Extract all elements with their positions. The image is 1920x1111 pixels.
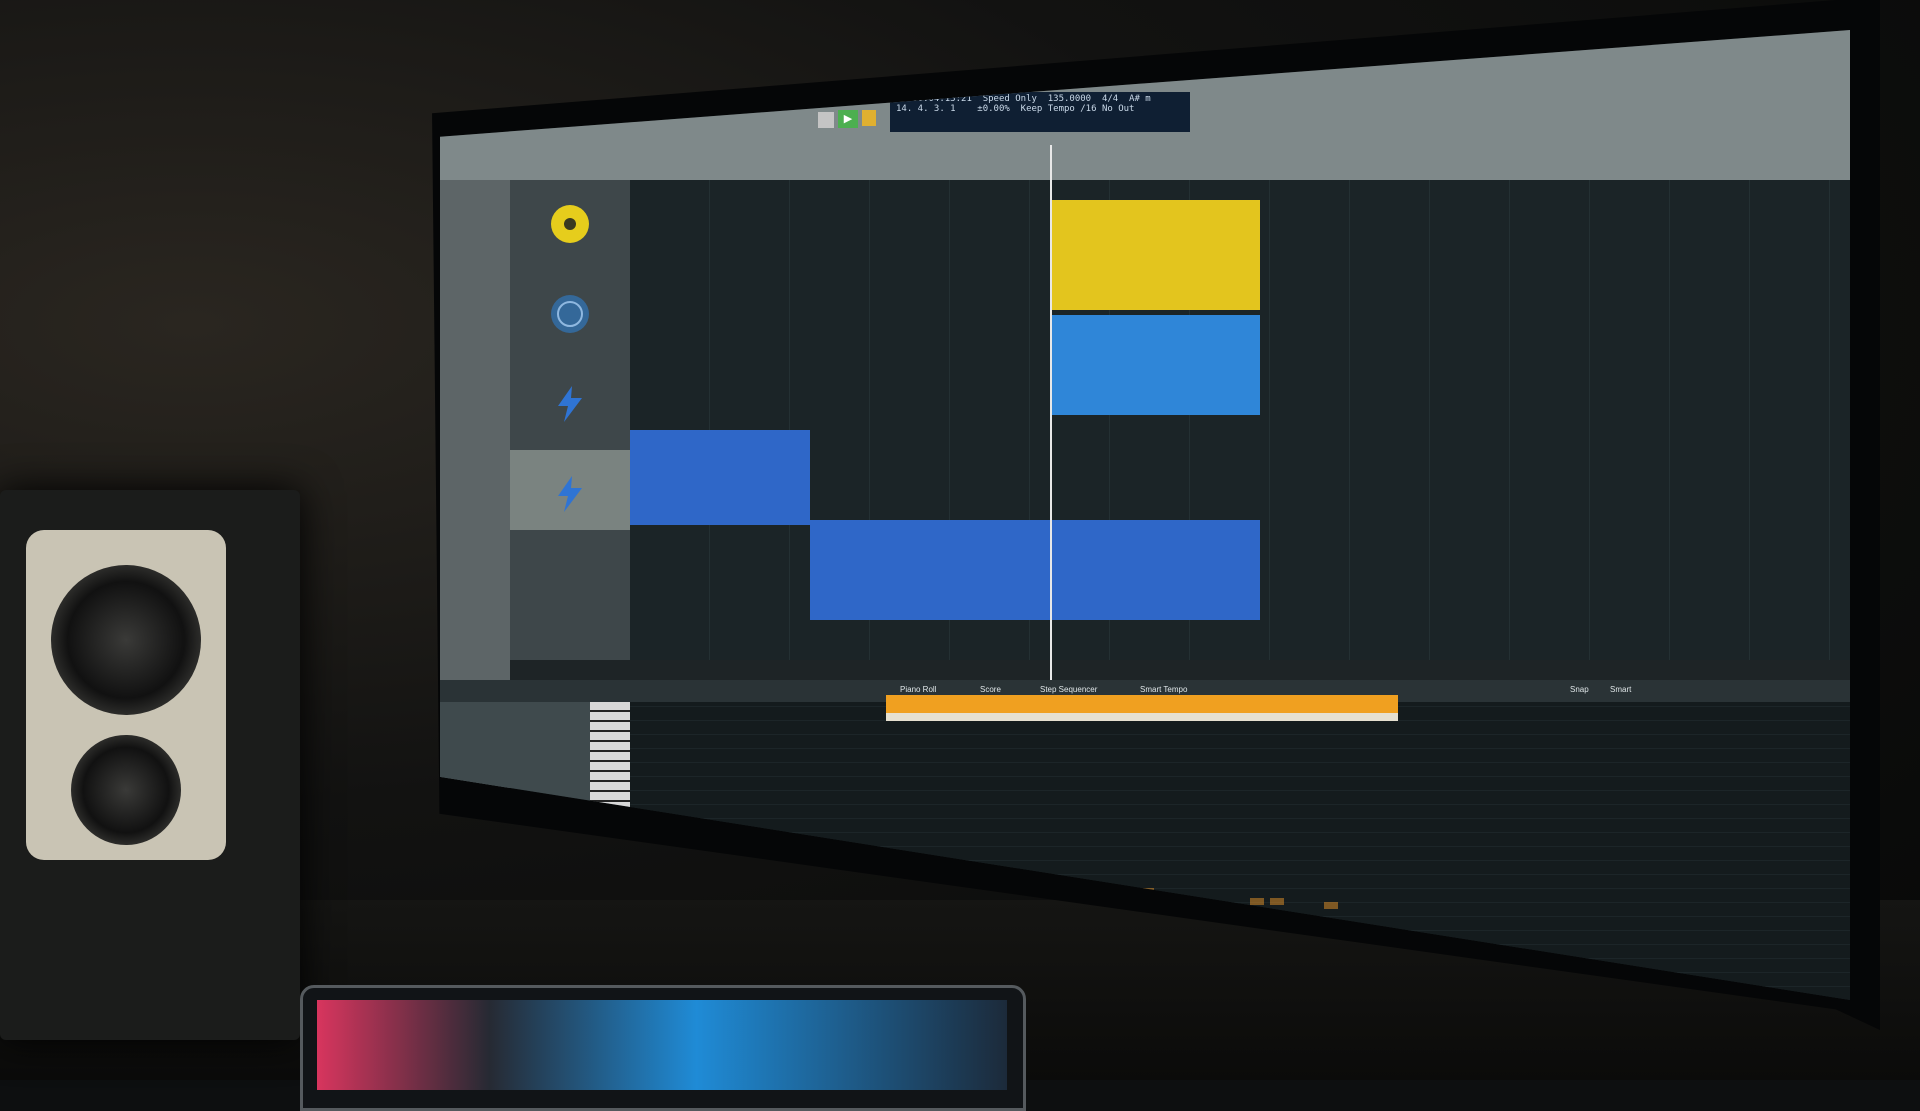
- region-drum-machine[interactable]: [1050, 200, 1260, 310]
- stop-button[interactable]: [818, 112, 834, 128]
- tracks-area[interactable]: [630, 180, 1850, 660]
- region-drummer[interactable]: [1050, 315, 1260, 415]
- cycle-button[interactable]: [862, 110, 876, 126]
- track-headers: [510, 180, 630, 660]
- laptop: [300, 985, 1026, 1111]
- laptop-screen: [317, 1000, 1007, 1090]
- lightning-synth-icon: [558, 386, 582, 422]
- midi-note[interactable]: [1324, 902, 1338, 909]
- tempo-label: Keep Tempo: [1020, 104, 1075, 114]
- track-header-drummer[interactable]: [510, 270, 630, 350]
- signature-denominator: /16: [1080, 104, 1097, 114]
- midi-note[interactable]: [1250, 898, 1264, 905]
- tab-step-sequencer[interactable]: Step Sequencer: [1040, 685, 1097, 694]
- time-signature: 4/4: [1101, 94, 1119, 104]
- region-bar: [886, 713, 1398, 721]
- play-button[interactable]: ▶: [838, 110, 858, 128]
- region-synth-2a[interactable]: [810, 520, 1015, 620]
- cycle-region[interactable]: [886, 695, 1398, 713]
- speaker-woofer: [51, 565, 201, 715]
- midi-note[interactable]: [1270, 898, 1284, 905]
- snap-menu[interactable]: Snap: [1570, 685, 1589, 694]
- region-synth-1[interactable]: [630, 430, 810, 525]
- smart-menu[interactable]: Smart: [1610, 685, 1631, 694]
- studio-speaker: [0, 490, 300, 1040]
- playhead[interactable]: [1050, 145, 1052, 705]
- tab-score[interactable]: Score: [980, 685, 1001, 694]
- track-header-drum-machine[interactable]: [510, 180, 630, 260]
- track-header-synth-1[interactable]: [510, 360, 630, 440]
- speed-mode: Speed Only: [982, 94, 1037, 104]
- lcd-bars: 14. 4. 3. 1: [896, 104, 956, 114]
- track-header-synth-2[interactable]: [510, 450, 630, 530]
- tab-smart-tempo[interactable]: Smart Tempo: [1140, 685, 1187, 694]
- speaker-tweeter: [71, 735, 181, 845]
- tempo-value: 135.0000: [1047, 94, 1092, 104]
- lightning-synth-icon: [558, 476, 582, 512]
- key-label: No Out: [1101, 104, 1135, 114]
- speed-value: ±0.00%: [977, 104, 1010, 114]
- drum-machine-icon: [551, 205, 589, 243]
- tab-piano-roll[interactable]: Piano Roll: [900, 685, 936, 694]
- speaker-front-panel: [26, 530, 226, 860]
- drummer-disc-icon: [551, 295, 589, 333]
- key-signature: A# m: [1129, 94, 1151, 104]
